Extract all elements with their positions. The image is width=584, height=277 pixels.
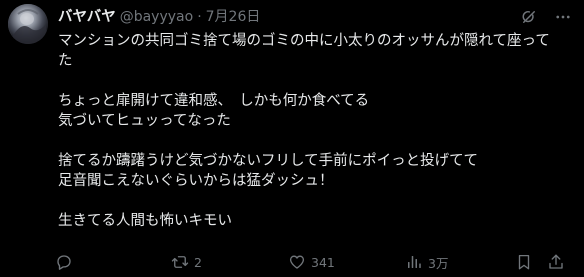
tweet-line: 生きてる人間も怖いキモい (58, 213, 232, 229)
grok-icon[interactable] (518, 6, 540, 28)
tweet-line: た (58, 53, 73, 69)
tweet-line: ちょっと扉開けて違和感、 しかも何か食べてる (58, 93, 370, 109)
more-icon[interactable] (552, 6, 574, 28)
bookmark-icon (518, 254, 530, 270)
user-handle[interactable]: @bayyyao (120, 7, 193, 27)
avatar[interactable] (8, 4, 48, 44)
tweet-top-actions (518, 6, 574, 28)
tweet-line: 気づいてヒュッってなった (58, 113, 231, 129)
retweet-icon (171, 256, 189, 268)
avatar-image (8, 4, 48, 44)
tweet-line: 足音聞こえないぐらいからは猛ダッシュ！ (58, 173, 334, 189)
tweet-actions: 2 341 3万 (55, 252, 575, 272)
like-count: 341 (311, 254, 335, 270)
share-button[interactable] (547, 252, 565, 272)
tweet-line: マンションの共同ゴミ捨て場のゴミの中に小太りのオッサんが隠れて座って (58, 33, 550, 49)
views-count: 3万 (428, 255, 449, 271)
reply-icon (57, 255, 71, 270)
tweet-text: マンションの共同ゴミ捨て場のゴミの中に小太りのオッサんが隠れて座って た ちょっ… (58, 31, 576, 231)
retweet-count: 2 (194, 254, 202, 270)
tweet-date[interactable]: 7月26日 (206, 7, 261, 27)
like-button[interactable]: 341 (288, 252, 335, 272)
views-button[interactable]: 3万 (405, 252, 448, 272)
bookmark-button[interactable] (515, 252, 533, 272)
display-name[interactable]: バヤバヤ (58, 7, 116, 27)
tweet-line: 捨てるか躊躇うけど気づかないフリして手前にポイっと投げてて (58, 153, 479, 169)
reply-button[interactable] (55, 252, 78, 272)
retweet-button[interactable]: 2 (171, 252, 202, 272)
tweet-header: バヤバヤ @bayyyao · 7月26日 (58, 6, 260, 28)
tweet[interactable]: バヤバヤ @bayyyao · 7月26日 マンションの共同ゴミ捨て場のゴミの中… (0, 0, 584, 277)
separator-dot: · (197, 9, 202, 25)
share-icon (549, 254, 563, 269)
like-icon (289, 255, 305, 269)
views-icon (408, 256, 421, 268)
